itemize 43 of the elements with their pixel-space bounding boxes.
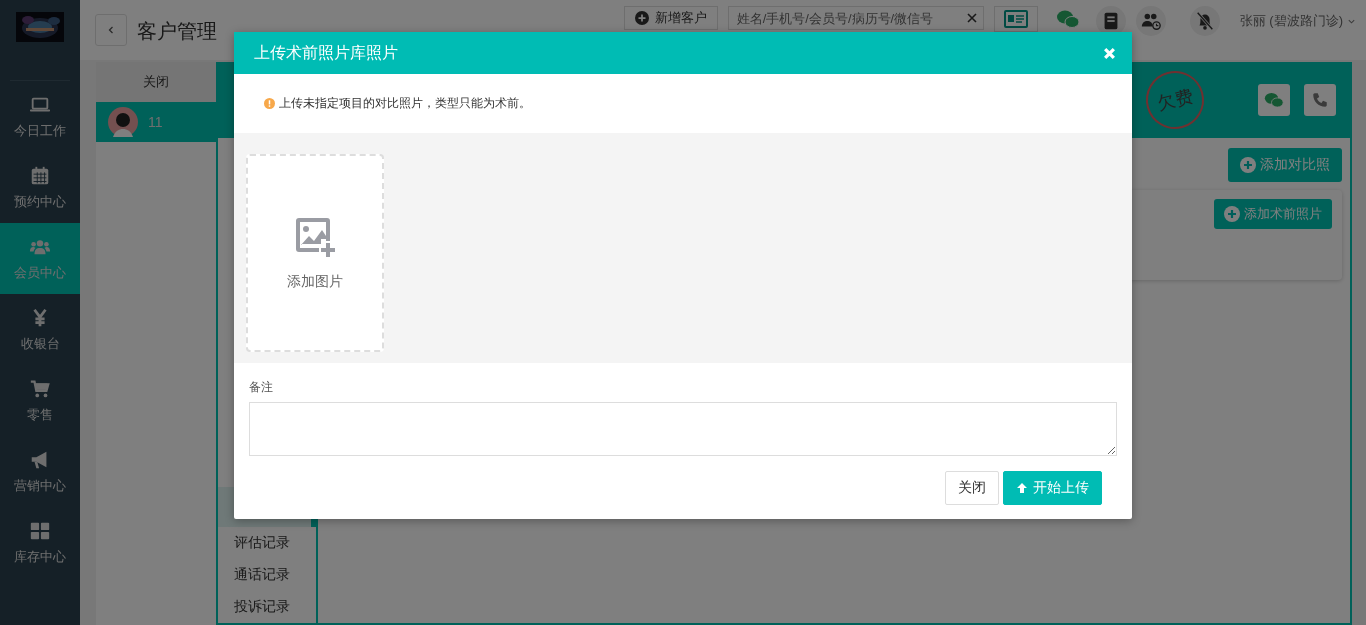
- plus-circle-icon: [1240, 157, 1256, 173]
- wechat-icon: [1264, 90, 1284, 110]
- add-image-button[interactable]: 添加图片: [246, 154, 384, 352]
- id-card-button[interactable]: [993, 6, 1038, 32]
- nav-item[interactable]: 预约中心: [0, 152, 80, 223]
- muted-bell-button[interactable]: [1189, 6, 1220, 36]
- close-button[interactable]: 关闭: [945, 471, 999, 505]
- close-icon[interactable]: [1103, 46, 1116, 60]
- new-customer-button[interactable]: 新增客户: [623, 6, 718, 30]
- nav-item[interactable]: 零售: [0, 365, 80, 436]
- phone-button[interactable]: [1304, 84, 1336, 116]
- avatar-icon: [108, 107, 138, 137]
- phone-icon: [1311, 91, 1329, 109]
- add-pre-op-button[interactable]: 添加术前照片: [1214, 199, 1332, 229]
- nav-item[interactable]: 今日工作: [0, 81, 80, 152]
- remark-field[interactable]: [249, 402, 1117, 456]
- upload-button[interactable]: 开始上传: [1003, 471, 1102, 505]
- wechat-button[interactable]: [1258, 84, 1290, 116]
- record-tab[interactable]: 评估记录: [218, 527, 316, 559]
- add-compare-button[interactable]: 添加对比照: [1228, 148, 1342, 182]
- plus-circle-icon: [634, 11, 649, 25]
- clear-icon[interactable]: [966, 13, 977, 23]
- warning-icon: [264, 98, 275, 109]
- close-list-button[interactable]: 关闭: [96, 62, 216, 102]
- calendar-icon: [29, 164, 51, 187]
- chevron-left-icon: [106, 25, 116, 35]
- record-tab[interactable]: 通话记录: [218, 559, 316, 591]
- search-field[interactable]: 姓名/手机号/会员号/病历号/微信号: [727, 6, 984, 30]
- users-clock-button[interactable]: [1135, 6, 1166, 36]
- image-plus-icon: [293, 215, 337, 259]
- nav-item[interactable]: 收银台: [0, 294, 80, 365]
- record-tab[interactable]: 投诉记录: [218, 591, 316, 623]
- customer-name: 11: [148, 114, 163, 130]
- plus-circle-icon: [1224, 206, 1240, 222]
- dialog-title: 上传术前照片库照片: [254, 42, 398, 63]
- arrow-up-icon: [1016, 482, 1028, 494]
- id-card-icon: [1003, 10, 1028, 28]
- remark-label: 备注: [249, 379, 274, 396]
- nav-item[interactable]: 营销中心: [0, 436, 80, 507]
- page-title: 客户管理: [137, 19, 217, 44]
- notice-text: 上传未指定项目的对比照片，类型只能为术前。: [279, 95, 531, 112]
- user-menu[interactable]: 张丽 (碧波路门诊): [1239, 12, 1356, 30]
- nav-item[interactable]: 库存中心: [0, 507, 80, 578]
